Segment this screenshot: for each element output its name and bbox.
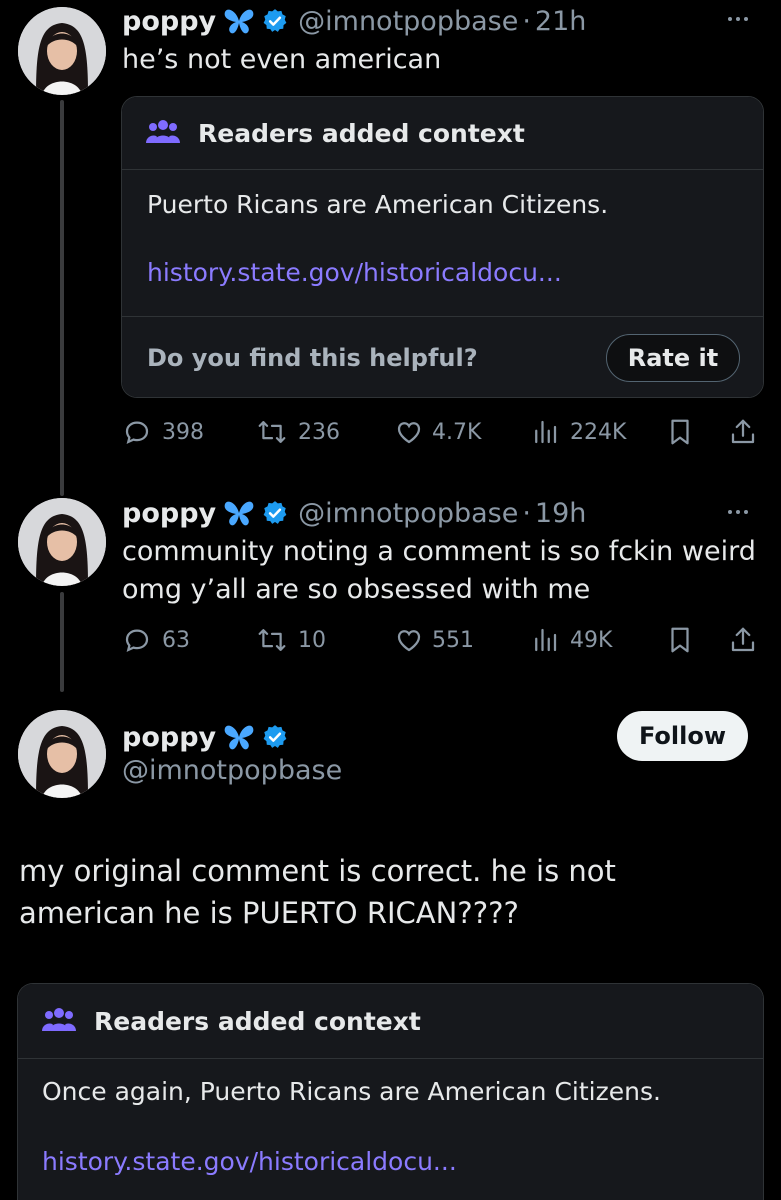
verified-icon <box>262 8 288 34</box>
like-button[interactable]: 551 <box>394 625 474 655</box>
note-footer: Do you find this helpful? Rate it <box>122 316 763 397</box>
reply-button[interactable]: 63 <box>122 625 190 655</box>
note-text: Once again, Puerto Ricans are American C… <box>42 1077 661 1106</box>
butterfly-icon <box>224 500 254 526</box>
views-count: 49K <box>570 627 613 653</box>
avatar[interactable] <box>18 7 106 95</box>
timestamp[interactable]: 19h <box>535 498 586 529</box>
separator-dot: · <box>522 5 531 37</box>
handle[interactable]: @imnotpopbase <box>298 6 518 37</box>
verified-icon <box>262 500 288 526</box>
people-icon <box>42 1006 76 1036</box>
tweet-text: he’s not even american <box>122 44 442 75</box>
reply-icon <box>122 625 152 655</box>
avatar[interactable] <box>18 498 106 586</box>
note-title: Readers added context <box>198 118 525 148</box>
display-name[interactable]: poppy <box>122 6 216 37</box>
community-note: Readers added context Puerto Ricans are … <box>121 96 764 398</box>
repost-count: 236 <box>298 419 340 445</box>
handle[interactable]: @imnotpopbase <box>298 498 518 529</box>
note-body: Once again, Puerto Ricans are American C… <box>18 1058 763 1200</box>
note-text: Puerto Ricans are American Citizens. <box>147 190 609 219</box>
repost-icon <box>256 417 288 447</box>
note-link[interactable]: history.state.gov/historicaldocu... <box>147 258 562 287</box>
tweet-actions: 398 236 4.7K 224K <box>122 414 762 450</box>
tweet-header: poppy @imnotpopbase · 21h <box>122 4 586 38</box>
butterfly-icon <box>224 724 254 750</box>
bookmark-icon[interactable] <box>665 416 695 452</box>
verified-icon <box>262 724 288 750</box>
repost-button[interactable]: 236 <box>256 417 340 447</box>
like-count: 4.7K <box>432 419 482 445</box>
note-title: Readers added context <box>94 1006 421 1036</box>
handle[interactable]: @imnotpopbase <box>122 755 342 786</box>
repost-count: 10 <box>298 627 326 653</box>
views-icon <box>530 417 560 447</box>
rate-it-button[interactable]: Rate it <box>606 334 740 382</box>
reply-icon <box>122 417 152 447</box>
repost-icon <box>256 625 288 655</box>
like-icon <box>394 417 424 447</box>
reply-count: 398 <box>162 419 204 445</box>
follow-button[interactable]: Follow <box>617 711 748 761</box>
tweet-header: poppy @imnotpopbase · 19h <box>122 496 586 530</box>
people-icon <box>146 118 180 148</box>
share-icon[interactable] <box>728 624 758 660</box>
tweet-header: poppy <box>122 720 288 754</box>
note-body: Puerto Ricans are American Citizens. his… <box>122 169 763 397</box>
views-button[interactable]: 224K <box>530 417 626 447</box>
note-header: Readers added context <box>122 97 763 169</box>
views-button[interactable]: 49K <box>530 625 612 655</box>
tweet-text-line: american he is PUERTO RICAN???? <box>19 896 519 930</box>
like-button[interactable]: 4.7K <box>394 417 481 447</box>
like-count: 551 <box>432 627 474 653</box>
helpful-prompt: Do you find this helpful? <box>147 344 478 372</box>
tweet-actions: 63 10 551 49K <box>122 622 762 658</box>
views-count: 224K <box>570 419 627 445</box>
more-icon[interactable] <box>728 510 748 514</box>
display-name[interactable]: poppy <box>122 722 216 753</box>
note-link[interactable]: history.state.gov/historicaldocu... <box>42 1147 457 1176</box>
tweet-text-line: omg y’all are so obsessed with me <box>122 574 591 605</box>
more-icon[interactable] <box>728 17 748 21</box>
note-header: Readers added context <box>18 984 763 1058</box>
repost-button[interactable]: 10 <box>256 625 326 655</box>
display-name[interactable]: poppy <box>122 498 216 529</box>
community-note: Readers added context Once again, Puerto… <box>17 983 764 1200</box>
thread-line <box>60 592 64 692</box>
timestamp[interactable]: 21h <box>535 6 586 37</box>
butterfly-icon <box>224 8 254 34</box>
tweet-text-line: my original comment is correct. he is no… <box>19 854 616 888</box>
thread-line <box>60 100 64 496</box>
reply-button[interactable]: 398 <box>122 417 204 447</box>
separator-dot: · <box>522 497 531 529</box>
views-icon <box>530 625 560 655</box>
reply-count: 63 <box>162 627 190 653</box>
like-icon <box>394 625 424 655</box>
tweet-text-line: community noting a comment is so fckin w… <box>122 536 756 567</box>
bookmark-icon[interactable] <box>665 624 695 660</box>
avatar[interactable] <box>18 710 106 798</box>
share-icon[interactable] <box>728 416 758 452</box>
